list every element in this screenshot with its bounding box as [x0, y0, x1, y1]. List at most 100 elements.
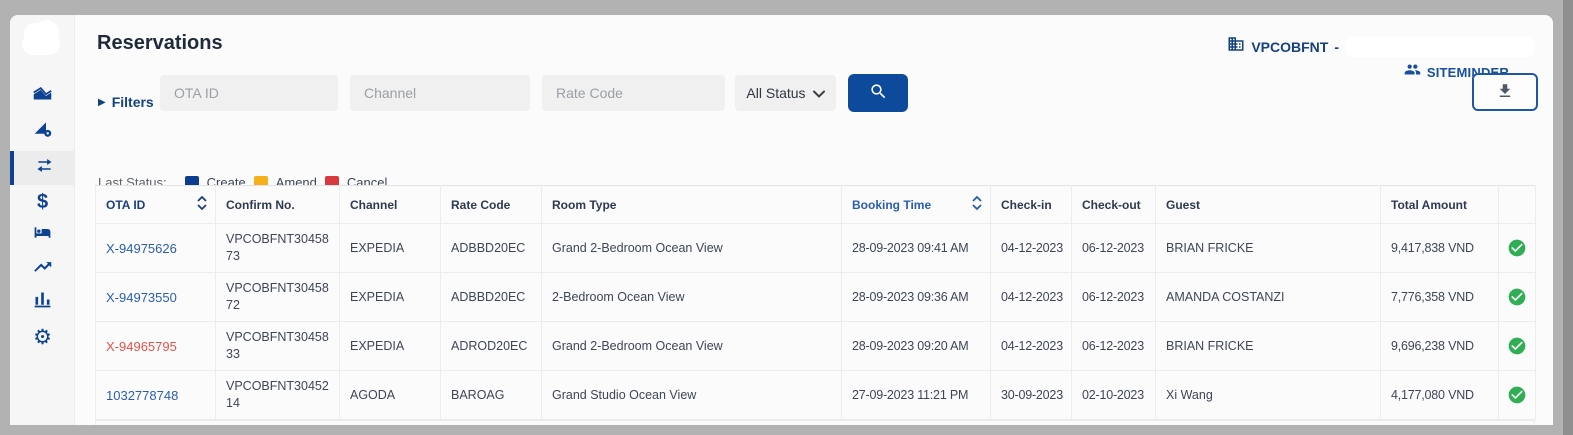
app-logo — [22, 33, 60, 55]
table-header-row: OTA ID Confirm No. Channel Rate Code Roo… — [96, 186, 1536, 224]
building-icon — [1227, 35, 1245, 58]
guest-cell: BRIAN FRICKE — [1156, 224, 1381, 273]
rate-code-input[interactable] — [542, 75, 725, 111]
rate-code-cell: ADROD20EC — [441, 322, 542, 371]
table-row: X-94965795 VPCOBFNT3045833 EXPEDIA ADROD… — [96, 322, 1536, 371]
room-type-cell: Grand Studio Ocean View — [542, 371, 842, 420]
ota-id-link[interactable]: X-94973550 — [96, 273, 216, 322]
column-header-channel: Channel — [340, 186, 441, 224]
column-header-status — [1499, 186, 1536, 224]
sidebar-item-reports[interactable] — [10, 285, 75, 319]
partial-next-row — [95, 420, 1535, 425]
reservations-table: OTA ID Confirm No. Channel Rate Code Roo… — [95, 185, 1536, 425]
sidebar-item-settings[interactable]: ⚙ — [10, 320, 75, 354]
room-type-cell: Grand 2-Bedroom Ocean View — [542, 224, 842, 273]
sidebar-item-reservations[interactable] — [10, 151, 75, 185]
bed-icon — [32, 222, 53, 248]
check-out-cell: 06-12-2023 — [1072, 224, 1156, 273]
column-header-ota-id[interactable]: OTA ID — [96, 186, 216, 224]
column-header-check-in: Check-in — [991, 186, 1072, 224]
check-in-cell: 30-09-2023 — [991, 371, 1072, 420]
chevron-down-icon — [813, 85, 825, 101]
filters-expand-icon: ▶ — [98, 97, 106, 108]
confirm-no-cell: VPCOBFNT3045872 — [216, 273, 340, 322]
room-type-cell: Grand 2-Bedroom Ocean View — [542, 322, 842, 371]
redacted-property-name — [1345, 37, 1535, 57]
dollar-icon: $ — [37, 191, 48, 214]
channel-cell: AGODA — [340, 371, 441, 420]
search-button[interactable] — [848, 74, 908, 112]
ota-id-link[interactable]: 1032778748 — [96, 371, 216, 420]
guest-cell: AMANDA COSTANZI — [1156, 273, 1381, 322]
table-row: X-94973550 VPCOBFNT3045872 EXPEDIA ADBBD… — [96, 273, 1536, 322]
area-chart-icon — [32, 82, 53, 108]
column-header-guest: Guest — [1156, 186, 1381, 224]
table-row: X-94975626 VPCOBFNT3045873 EXPEDIA ADBBD… — [96, 224, 1536, 273]
property-code: VPCOBFNT — [1251, 39, 1328, 55]
column-header-room-type: Room Type — [542, 186, 842, 224]
booking-time-cell: 28-09-2023 09:20 AM — [842, 322, 991, 371]
confirm-no-cell: VPCOBFNT3045873 — [216, 224, 340, 273]
markup-settings-icon — [32, 118, 53, 144]
check-in-cell: 04-12-2023 — [991, 224, 1072, 273]
property-info: VPCOBFNT - — [1227, 35, 1535, 58]
ota-id-link[interactable]: X-94965795 — [96, 322, 216, 371]
bar-chart-icon — [32, 289, 53, 315]
confirm-no-cell: VPCOBFNT3045833 — [216, 322, 340, 371]
check-circle-icon — [1507, 338, 1527, 352]
sidebar-item-trends[interactable] — [10, 252, 75, 286]
sidebar-item-dashboard[interactable] — [10, 78, 75, 112]
status-filter-value: All Status — [746, 85, 805, 101]
check-circle-icon — [1507, 387, 1527, 401]
sort-icon — [197, 195, 207, 214]
total-amount-cell: 4,177,080 VND — [1381, 371, 1499, 420]
sidebar-item-rates[interactable] — [10, 114, 75, 148]
rate-code-cell: BAROAG — [441, 371, 542, 420]
guest-cell: BRIAN FRICKE — [1156, 322, 1381, 371]
check-in-cell: 04-12-2023 — [991, 273, 1072, 322]
ota-id-link[interactable]: X-94975626 — [96, 224, 216, 273]
page-title: Reservations — [97, 32, 223, 55]
check-out-cell: 02-10-2023 — [1072, 371, 1156, 420]
status-filter-dropdown[interactable]: All Status — [735, 75, 836, 111]
booking-time-cell: 28-09-2023 09:41 AM — [842, 224, 991, 273]
total-amount-cell: 7,776,358 VND — [1381, 273, 1499, 322]
rate-code-cell: ADBBD20EC — [441, 224, 542, 273]
swap-arrows-icon — [34, 155, 55, 181]
gear-icon: ⚙ — [33, 327, 52, 348]
column-header-confirm-no: Confirm No. — [216, 186, 340, 224]
booking-time-cell: 27-09-2023 11:21 PM — [842, 371, 991, 420]
sidebar-item-rooms[interactable] — [10, 218, 75, 252]
rate-code-cell: ADBBD20EC — [441, 273, 542, 322]
column-header-check-out: Check-out — [1072, 186, 1156, 224]
people-icon — [1404, 61, 1421, 83]
trending-up-icon — [32, 256, 53, 282]
guest-cell: Xi Wang — [1156, 371, 1381, 420]
channel-cell: EXPEDIA — [340, 322, 441, 371]
channel-cell: EXPEDIA — [340, 273, 441, 322]
confirm-no-cell: VPCOBFNT3045214 — [216, 371, 340, 420]
filters-toggle[interactable]: ▶ Filters — [98, 84, 154, 120]
booking-time-cell: 28-09-2023 09:36 AM — [842, 273, 991, 322]
channel-input[interactable] — [350, 75, 530, 111]
status-cell — [1499, 224, 1536, 273]
download-button[interactable] — [1472, 73, 1538, 111]
property-separator: - — [1334, 39, 1339, 55]
column-header-total-amount: Total Amount — [1381, 186, 1499, 224]
status-cell — [1499, 273, 1536, 322]
status-cell — [1499, 322, 1536, 371]
check-out-cell: 06-12-2023 — [1072, 273, 1156, 322]
table-body: X-94975626 VPCOBFNT3045873 EXPEDIA ADBBD… — [96, 224, 1536, 420]
filters-label: Filters — [112, 94, 154, 110]
check-circle-icon — [1507, 240, 1527, 254]
room-type-cell: 2-Bedroom Ocean View — [542, 273, 842, 322]
sidebar-item-finance[interactable]: $ — [10, 185, 75, 219]
ota-id-input[interactable] — [160, 75, 338, 111]
column-header-rate-code: Rate Code — [441, 186, 542, 224]
total-amount-cell: 9,696,238 VND — [1381, 322, 1499, 371]
table-row: 1032778748 VPCOBFNT3045214 AGODA BAROAG … — [96, 371, 1536, 420]
column-header-booking-time[interactable]: Booking Time — [842, 186, 991, 224]
channel-cell: EXPEDIA — [340, 224, 441, 273]
status-cell — [1499, 371, 1536, 420]
download-icon — [1496, 82, 1514, 103]
